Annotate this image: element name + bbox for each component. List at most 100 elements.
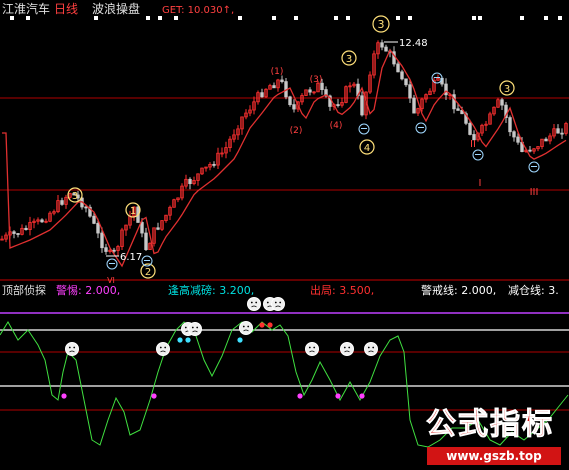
wave-sub-3: (3) — [310, 75, 323, 85]
wave-roman-II: II — [470, 139, 476, 150]
candle-body — [412, 97, 416, 114]
bottom-item-3: 警戒线: 2.000, — [421, 283, 496, 297]
chart-canvas[interactable]: 3 1 2 3 3 4 3 (1) (3) (2) (4) II I III V… — [0, 0, 569, 470]
signal-dot — [267, 322, 273, 328]
candle-body — [24, 227, 28, 231]
top-dot — [408, 16, 412, 20]
top-dot — [238, 16, 242, 20]
candle-body — [112, 249, 116, 252]
candle-body — [212, 163, 216, 166]
face-signals — [65, 297, 378, 356]
top-dot — [294, 16, 298, 20]
candle-body — [288, 96, 292, 106]
low-annotation: 6.17 — [106, 252, 142, 263]
bottom-item-2: 出局: 3.500, — [310, 283, 374, 297]
face-icon — [239, 321, 253, 335]
high-annotation: 12.48 — [384, 38, 428, 49]
face-icon — [156, 342, 170, 356]
top-dot — [558, 16, 562, 20]
top-signal-marks — [10, 16, 562, 20]
candle-body — [468, 122, 472, 135]
signal-dots — [61, 322, 365, 399]
candle-body — [84, 206, 88, 209]
top-dot — [174, 16, 178, 20]
candle-body — [500, 99, 504, 106]
candle-body — [96, 222, 100, 234]
candlesticks — [0, 39, 568, 257]
candle-body — [408, 84, 412, 99]
candle-body — [60, 200, 64, 205]
indicator-name: 波浪操盘 — [92, 1, 140, 16]
high-value: 12.48 — [399, 38, 428, 49]
wave-2-text: 2 — [145, 267, 151, 278]
face-icon — [65, 342, 79, 356]
candle-body — [12, 231, 16, 234]
wave-roman-I: I — [479, 178, 482, 189]
face-icon — [364, 342, 378, 356]
face-icon — [305, 342, 319, 356]
candle-body — [456, 108, 460, 111]
candle-body — [260, 92, 264, 98]
signal-dot — [177, 337, 183, 343]
candle-body — [140, 222, 144, 234]
logo-url: www.gszb.top — [427, 447, 561, 465]
face-icon — [188, 322, 202, 336]
candle-body — [384, 46, 388, 52]
candle-body — [336, 104, 340, 106]
top-dot — [478, 16, 482, 20]
top-dot — [146, 16, 150, 20]
candle-body — [92, 215, 96, 224]
bottom-item-4: 减仓线: 3. — [508, 283, 559, 297]
top-dot — [334, 16, 338, 20]
signal-dot — [259, 322, 265, 328]
bottom-header: 顶部侦探 警惕: 2.000, 逢高减磅: 3.200, 出局: 3.500, … — [2, 283, 559, 297]
candle-body — [272, 85, 276, 89]
top-dot — [544, 16, 548, 20]
candle-body — [560, 132, 564, 135]
signal-dot — [359, 393, 365, 399]
candle-body — [512, 131, 516, 138]
signal-dot — [185, 337, 191, 343]
wave-3-text-d: 3 — [504, 84, 510, 95]
low-value: 6.17 — [120, 252, 142, 263]
signal-dot — [297, 393, 303, 399]
candle-body — [308, 89, 312, 93]
wave-labels: 3 1 2 3 3 4 3 (1) (3) (2) (4) II I III V… — [67, 15, 540, 285]
candle-body — [508, 117, 512, 133]
wave-4-text: 4 — [364, 143, 370, 154]
period-label: 日线 — [54, 2, 78, 16]
candle-body — [100, 232, 104, 249]
bottom-indicator-name: 顶部侦探 — [2, 283, 46, 297]
candle-body — [544, 138, 548, 142]
candle-body — [104, 247, 108, 252]
candle-body — [40, 219, 44, 223]
candle-body — [144, 232, 148, 251]
wave-3-text-c: 3 — [378, 18, 385, 31]
candle-body — [156, 227, 160, 230]
top-dot — [272, 16, 276, 20]
wave-sub-4: (4) — [330, 121, 343, 131]
top-dot — [158, 16, 162, 20]
candle-body — [292, 104, 296, 110]
stock-name: 江淮汽车 — [2, 1, 50, 16]
candle-body — [400, 71, 404, 80]
watermark-logo: 公式指标 www.gszb.top — [413, 405, 565, 467]
face-icon — [247, 297, 261, 311]
candle-body — [404, 78, 408, 86]
wave-roman-III: III — [530, 187, 539, 198]
top-dot — [26, 16, 30, 20]
bottom-item-0: 警惕: 2.000, — [56, 283, 120, 297]
wave-sub-1: (1) — [271, 67, 284, 77]
candle-body — [16, 233, 20, 235]
chart-window: 3 1 2 3 3 4 3 (1) (3) (2) (4) II I III V… — [0, 0, 569, 470]
logo-text: 公式指标 — [426, 407, 554, 443]
candle-body — [528, 149, 532, 152]
bottom-item-1: 逢高减磅: 3.200, — [168, 283, 254, 297]
candle-body — [516, 136, 520, 143]
face-icon — [340, 342, 354, 356]
top-dot — [472, 16, 476, 20]
candle-body — [360, 95, 364, 116]
candle-body — [188, 178, 192, 185]
signal-dot — [335, 393, 341, 399]
signal-dot — [151, 393, 157, 399]
